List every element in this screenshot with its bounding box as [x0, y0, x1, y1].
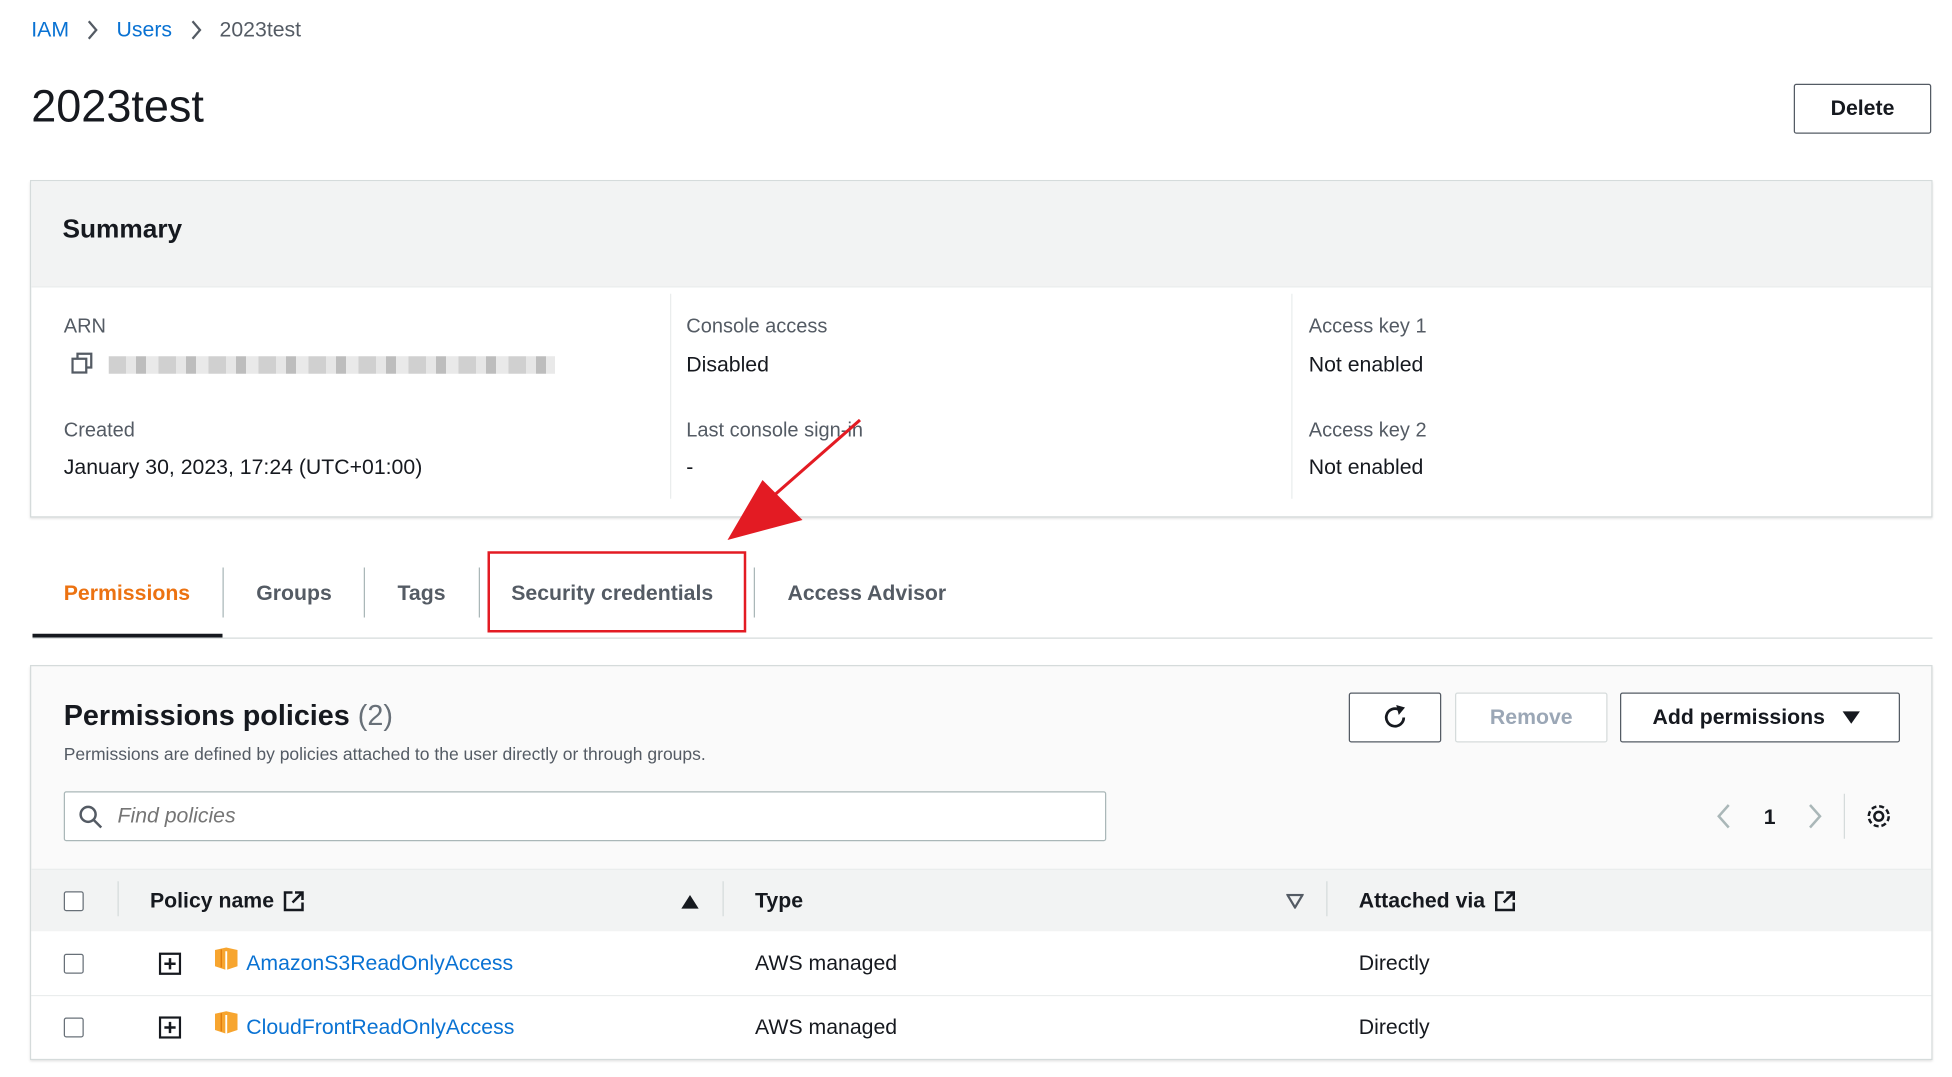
policy-attached-via: Directly [1358, 951, 1430, 975]
arn-label: ARN [63, 316, 106, 338]
table-row[interactable]: CloudFrontReadOnlyAccess AWS managed Dir… [31, 996, 1932, 1059]
remove-button[interactable]: Remove [1455, 692, 1608, 743]
policy-attached-via: Directly [1358, 1015, 1430, 1039]
copy-icon[interactable] [71, 352, 94, 376]
chevron-left-icon[interactable] [1716, 803, 1731, 831]
access-key2-value: Not enabled [1308, 455, 1424, 479]
delete-button[interactable]: Delete [1793, 83, 1932, 134]
chevron-right-icon[interactable] [1808, 803, 1823, 831]
expand-icon[interactable] [158, 1016, 182, 1039]
tab-access-advisor[interactable]: Access Advisor [788, 581, 947, 606]
policy-link[interactable]: CloudFrontReadOnlyAccess [246, 1015, 514, 1040]
tab-security-credentials[interactable]: Security credentials [511, 581, 713, 606]
refresh-button[interactable] [1348, 692, 1442, 743]
policy-cube-icon [215, 947, 238, 970]
sort-down-icon[interactable] [1286, 893, 1304, 909]
permissions-title: Permissions policies (2) [64, 699, 393, 733]
caret-down-icon [1842, 711, 1860, 724]
add-permissions-label: Add permissions [1652, 705, 1825, 729]
permissions-count: (2) [357, 698, 393, 732]
attached-via-header: Attached via [1358, 888, 1486, 913]
sort-up-icon[interactable] [681, 895, 699, 909]
summary-header: Summary [31, 181, 1932, 288]
chevron-right-icon [88, 20, 99, 40]
breadcrumb-users[interactable]: Users [117, 18, 173, 43]
created-value: January 30, 2023, 17:24 (UTC+01:00) [63, 455, 423, 479]
chevron-right-icon [191, 20, 202, 40]
tab-separator [222, 567, 224, 618]
created-label: Created [63, 420, 135, 442]
summary-title: Summary [62, 215, 183, 244]
search-icon [79, 805, 103, 829]
select-all-checkbox[interactable] [63, 891, 84, 912]
tab-permissions[interactable]: Permissions [64, 581, 190, 606]
last-signin-value: - [686, 455, 694, 479]
summary-panel: Summary ARN Created January 30, 2023, 17… [30, 180, 1933, 518]
column-type[interactable]: Type [755, 889, 803, 914]
table-header [31, 868, 1932, 934]
breadcrumb-iam[interactable]: IAM [31, 18, 69, 43]
console-access-label: Console access [686, 316, 828, 338]
refresh-icon [1384, 705, 1406, 728]
tab-tags[interactable]: Tags [398, 581, 446, 606]
tab-separator [753, 567, 755, 618]
permissions-title-text: Permissions policies [63, 698, 350, 732]
table-row[interactable]: AmazonS3ReadOnlyAccess AWS managed Direc… [31, 931, 1932, 995]
page-number[interactable]: 1 [1764, 805, 1776, 830]
page-title: 2023test [31, 80, 204, 132]
gear-icon[interactable] [1865, 803, 1893, 831]
breadcrumb: IAM Users 2023test [31, 18, 301, 43]
permissions-description: Permissions are defined by policies atta… [63, 743, 706, 764]
policy-type: AWS managed [755, 1015, 898, 1039]
access-key1-value: Not enabled [1308, 352, 1424, 377]
header-divider [117, 881, 119, 917]
external-link-icon [1495, 891, 1516, 912]
search-input[interactable] [115, 800, 1070, 833]
add-permissions-button[interactable]: Add permissions [1620, 692, 1900, 743]
permissions-panel: Permissions policies (2) Permissions are… [30, 665, 1933, 1060]
column-policy-name[interactable]: Policy name [150, 889, 305, 914]
pagination-divider [1843, 793, 1845, 839]
annotation-arrow-icon [727, 418, 862, 540]
policy-name-header: Policy name [150, 888, 275, 913]
header-divider [1326, 881, 1328, 917]
external-link-icon [284, 891, 305, 912]
active-tab-underline [32, 633, 223, 638]
tab-groups[interactable]: Groups [256, 581, 332, 606]
column-divider [1291, 293, 1293, 499]
access-key2-label: Access key 2 [1308, 420, 1427, 442]
column-attached-via[interactable]: Attached via [1359, 889, 1517, 914]
tab-separator [478, 567, 480, 618]
console-access-value: Disabled [686, 352, 769, 377]
header-divider [722, 881, 724, 917]
breadcrumb-current: 2023test [219, 17, 302, 42]
page: IAM Users 2023test 2023test Delete Summa… [0, 0, 1950, 1075]
row-checkbox[interactable] [63, 953, 84, 974]
tab-separator [363, 567, 365, 618]
policy-link[interactable]: AmazonS3ReadOnlyAccess [246, 951, 513, 976]
policy-cube-icon [215, 1011, 238, 1034]
policy-type: AWS managed [755, 951, 898, 975]
row-checkbox[interactable] [63, 1017, 84, 1038]
expand-icon[interactable] [158, 952, 182, 976]
search-box[interactable] [63, 791, 1107, 842]
column-divider [670, 293, 672, 499]
arn-value-blurred [108, 356, 555, 374]
access-key1-label: Access key 1 [1308, 316, 1427, 338]
